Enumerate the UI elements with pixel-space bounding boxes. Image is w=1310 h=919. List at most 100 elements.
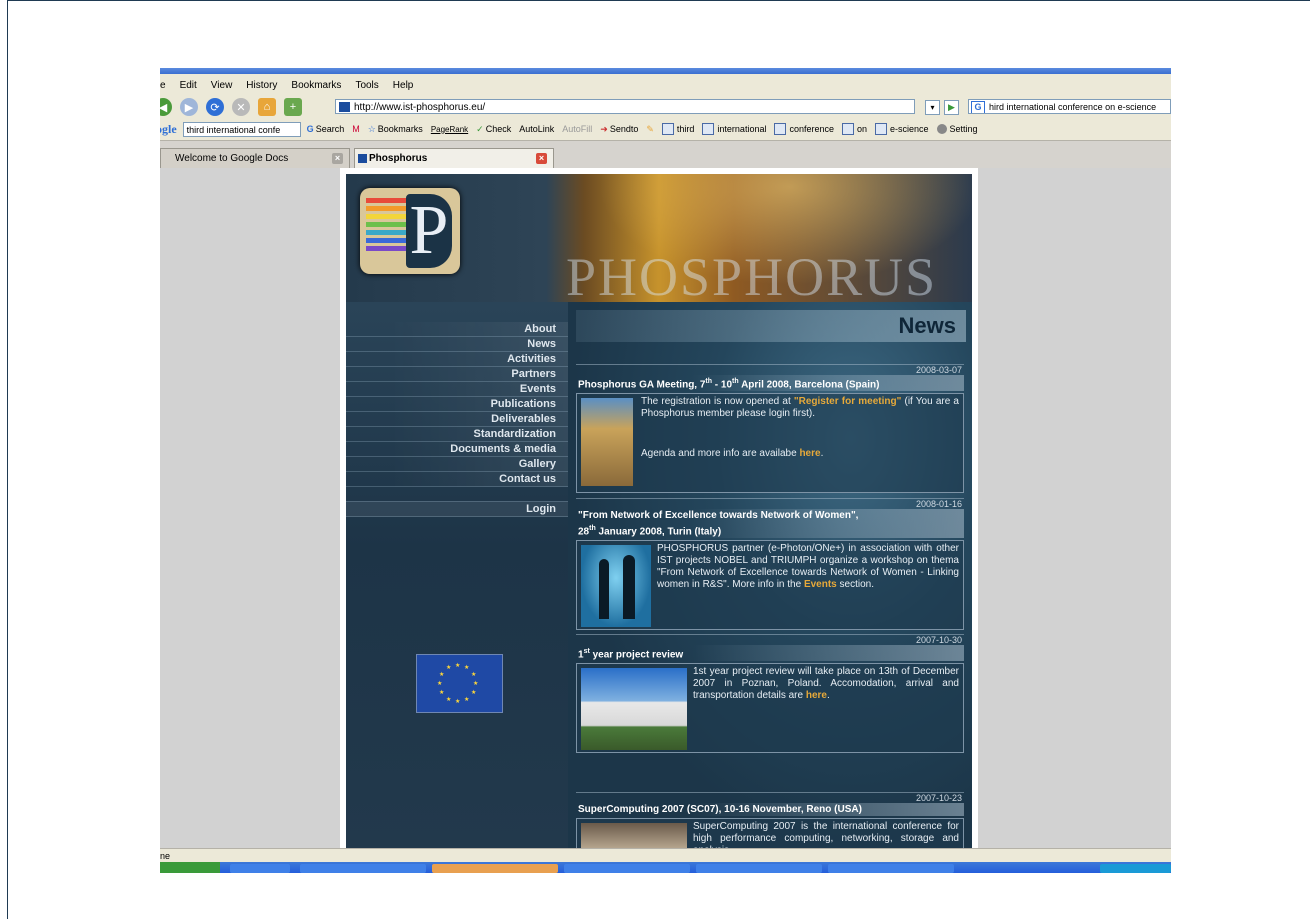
left-column: About News Activities Partners Events Pu… [346,302,568,848]
term-label: third [676,124,695,134]
nav-documents-media[interactable]: Documents & media [346,442,568,457]
navigation-toolbar: ◀ ▶ ⟳ ✕ ⌂ + http://www.ist-phosphorus.eu… [160,96,1171,118]
menu-history[interactable]: History [246,80,277,91]
site-favicon-icon [339,102,350,112]
menu-tools[interactable]: Tools [355,80,378,91]
toolbar-sendto-label: Sendto [609,124,639,134]
reload-icon[interactable]: ⟳ [206,98,224,116]
start-button[interactable] [160,862,220,873]
nav-partners[interactable]: Partners [346,367,568,382]
news-title[interactable]: 1st year project review [576,645,964,662]
add-bookmark-icon[interactable]: + [284,98,302,116]
nav-contact-us[interactable]: Contact us [346,472,568,487]
gmail-icon[interactable]: M [352,124,360,134]
tab-phosphorus[interactable]: Phosphorus × [354,148,554,168]
taskbar-button[interactable] [696,864,822,873]
toolbar-term-e-science[interactable]: e-science [875,123,929,135]
events-link[interactable]: Events [804,579,837,590]
back-icon[interactable]: ◀ [160,98,172,116]
toolbar-term-conference[interactable]: conference [774,123,834,135]
google-toolbar-search-input[interactable]: third international confe [182,121,301,137]
settings-label: Setting [949,124,978,134]
close-tab-icon[interactable]: × [536,153,547,164]
address-bar[interactable]: http://www.ist-phosphorus.eu/ [335,99,915,114]
toolbar-autolink-button[interactable]: AutoLink [519,124,554,134]
site-favicon-icon [358,154,367,163]
logo-letter: P [406,194,452,268]
news-date: 2008-03-07 [576,364,964,375]
news-body: 1st year project review will take place … [576,663,964,754]
term-label: conference [789,124,834,134]
flag-star: ★ [437,681,443,687]
search-engine-box[interactable]: G hird international conference on e-sci… [968,99,1171,114]
website-body: P PHOSPHORUS About News Activities Partn… [346,174,972,848]
taskbar-button[interactable] [564,864,690,873]
tab-label: Phosphorus [369,153,428,164]
news-title[interactable]: SuperComputing 2007 (SC07), 10-16 Novemb… [576,803,964,816]
term-search-icon [702,123,715,135]
toolbar-check-label: Check [485,124,512,134]
flag-star: ★ [439,690,445,696]
menu-edit[interactable]: Edit [180,80,197,91]
nav-deliverables[interactable]: Deliverables [346,412,568,427]
menu-view[interactable]: View [211,80,233,91]
building-photo-image [581,668,687,751]
toolbar-term-international[interactable]: international [702,123,766,135]
toolbar-settings-button[interactable]: Setting [936,124,978,134]
news-title[interactable]: "From Network of Excellence towards Netw… [576,509,964,539]
go-icon[interactable]: ▶ [944,100,959,115]
nav-publications[interactable]: Publications [346,397,568,412]
news-title[interactable]: Phosphorus GA Meeting, 7th - 10th April … [576,375,964,392]
nav-about[interactable]: About [346,322,568,337]
site-brand-wordmark: PHOSPHORUS [566,247,938,307]
taskbar-button[interactable] [230,864,290,873]
settings-icon [936,124,947,134]
os-taskbar [160,862,1171,873]
toolbar-check-button[interactable]: ✓ Check [476,124,511,135]
nav-gallery[interactable]: Gallery [346,457,568,472]
nav-activities[interactable]: Activities [346,352,568,367]
star-icon: ☆ [367,123,376,134]
menu-help[interactable]: Help [393,80,414,91]
news-body: SuperComputing 2007 is the international… [576,818,964,848]
flag-star: ★ [455,663,461,669]
home-icon[interactable]: ⌂ [258,98,276,116]
toolbar-pagerank[interactable]: PageRank [431,125,468,134]
register-link[interactable]: "Register for meeting" [794,396,901,407]
taskbar-button[interactable] [828,864,954,873]
nav-events[interactable]: Events [346,382,568,397]
menu-bookmarks[interactable]: Bookmarks [291,80,341,91]
url-dropdown-icon[interactable]: ▾ [925,100,940,115]
eu-flag-icon[interactable]: ★ ★ ★ ★ ★ ★ ★ ★ ★ ★ ★ ★ [416,654,503,713]
close-tab-icon[interactable]: × [332,153,343,164]
nav-news[interactable]: News [346,337,568,352]
forward-icon[interactable]: ▶ [180,98,198,116]
news-text: The registration is now opened at "Regis… [641,396,959,460]
news-text: PHOSPHORUS partner (e-Photon/ONe+) in as… [657,543,959,591]
toolbar-sendto-button[interactable]: ➜ Sendto [600,124,638,135]
toolbar-search-button[interactable]: G Search [307,124,345,134]
taskbar-button[interactable] [432,864,558,873]
news-text-part: Agenda and more info are availabe [641,448,800,460]
flag-star: ★ [446,665,452,671]
menu-file[interactable]: e [160,80,166,91]
logo-stripe [366,206,406,211]
term-search-icon [842,123,854,135]
stop-icon[interactable]: ✕ [232,98,250,116]
toolbar-bookmarks-button[interactable]: ☆ Bookmarks [368,124,423,135]
login-link[interactable]: Login [346,501,568,517]
toolbar-autofill-button[interactable]: AutoFill [562,124,592,134]
phosphorus-logo[interactable]: P [360,188,460,274]
highlighter-icon[interactable]: ✎ [646,124,654,135]
logo-stripe [366,214,406,219]
review-details-here-link[interactable]: here [806,690,827,701]
google-toolbar: ogle third international confe GSearch M… [160,118,1171,141]
logo-stripe [366,238,406,243]
agenda-here-link[interactable]: here [799,448,820,459]
nav-standardization[interactable]: Standardization [346,427,568,442]
tab-google-docs[interactable]: Welcome to Google Docs × [160,148,350,168]
toolbar-term-on[interactable]: on [842,123,867,135]
taskbar-button[interactable] [300,864,426,873]
toolbar-term-third[interactable]: third [661,123,695,135]
news-item: 2008-01-16 "From Network of Excellence t… [576,498,964,631]
